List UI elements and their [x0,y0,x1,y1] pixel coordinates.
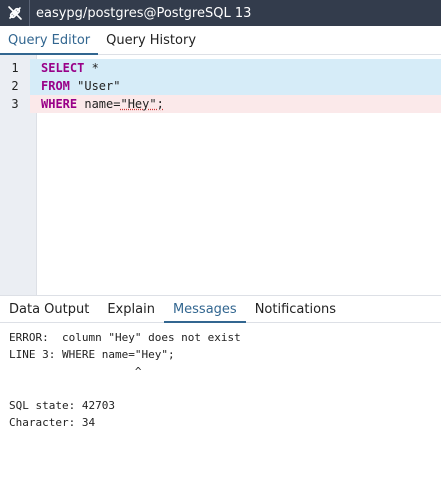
line-code: SELECT * [41,59,99,77]
sql-keyword: SELECT [41,61,85,75]
window-title: easypg/postgres@PostgreSQL 13 [36,5,252,21]
line-number: 2 [0,77,30,95]
sql-text: "User" [69,79,121,93]
disconnect-plug-icon[interactable] [0,0,30,26]
query-tabs: Query Editor Query History [0,26,441,55]
editor-line[interactable]: 2 FROM "User" [0,77,441,95]
sql-keyword: FROM [41,79,70,93]
messages-panel: ERROR: column "Hey" does not exist LINE … [0,323,441,480]
result-tabs: Data Output Explain Messages Notificatio… [0,295,441,323]
line-number: 1 [0,59,30,77]
error-character: Character: 34 [9,416,96,429]
line-number: 3 [0,95,30,113]
tab-data-output[interactable]: Data Output [0,296,98,322]
tab-notifications[interactable]: Notifications [246,296,345,322]
sql-state: SQL state: 42703 [9,399,115,412]
line-code: WHERE name="Hey"; [41,95,164,113]
error-message: ERROR: column "Hey" does not exist [9,331,241,344]
sql-keyword: WHERE [41,97,78,111]
editor-line[interactable]: 1 SELECT * [0,59,441,77]
error-highlight: "Hey"; [120,97,164,111]
sql-text: name= [77,97,121,111]
tab-messages[interactable]: Messages [163,296,246,323]
tab-query-editor[interactable]: Query Editor [0,26,99,55]
error-line-context: LINE 3: WHERE name="Hey"; [9,348,175,361]
sql-text: * [84,61,99,75]
tab-explain[interactable]: Explain [98,296,164,322]
sql-editor[interactable]: 1 SELECT * 2 FROM "User" 3 WHERE name="H… [0,55,441,295]
title-bar: easypg/postgres@PostgreSQL 13 [0,0,441,26]
line-code: FROM "User" [41,77,120,95]
tab-query-history[interactable]: Query History [98,26,204,54]
editor-line-error[interactable]: 3 WHERE name="Hey"; [0,95,441,113]
error-caret: ^ [9,365,142,378]
